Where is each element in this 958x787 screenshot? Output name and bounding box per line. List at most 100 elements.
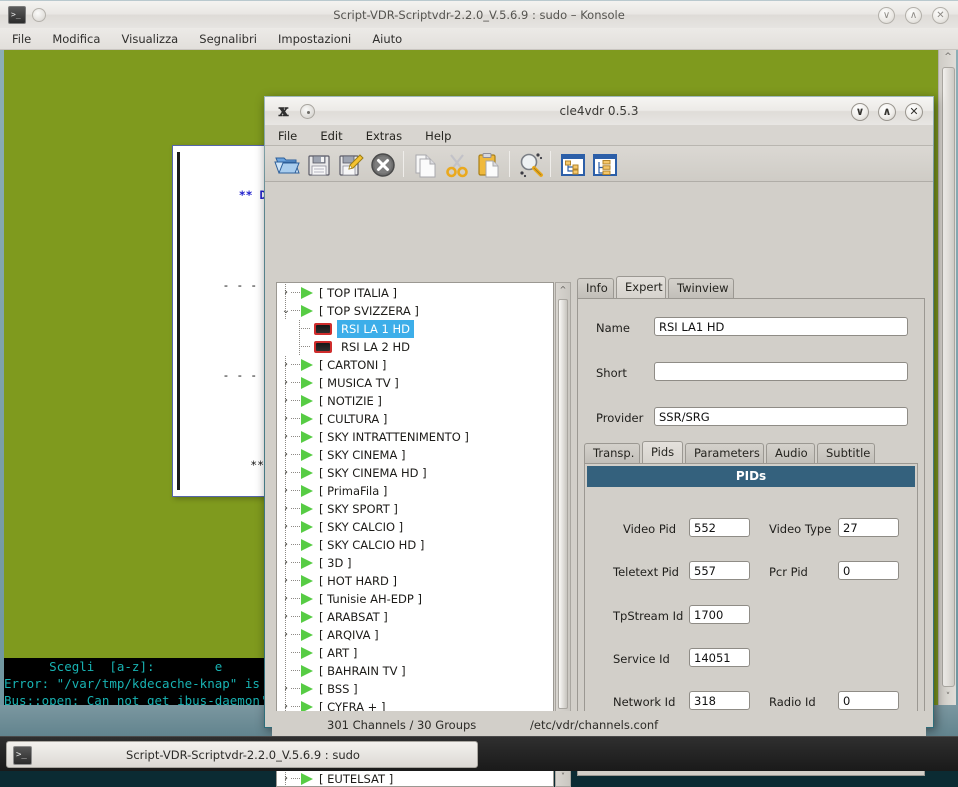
menu-item-aiuto[interactable]: Aiuto [364, 28, 410, 50]
scroll-down-icon[interactable]: ˅ [939, 690, 957, 705]
tree-group-row[interactable]: › [ ARQIVA ] [277, 626, 553, 644]
tab-twinview[interactable]: Twinview [668, 278, 734, 298]
collapse-tree-icon[interactable] [560, 152, 586, 178]
chevron-right-icon[interactable]: › [281, 288, 291, 298]
tree-group-row[interactable]: › [ MUSICA TV ] [277, 374, 553, 392]
provider-input[interactable] [654, 407, 908, 426]
tree-group-row[interactable]: › [ Tunisie AH-EDP ] [277, 590, 553, 608]
chevron-right-icon[interactable]: › [281, 432, 291, 442]
tree-group-row[interactable]: › [ 3D ] [277, 554, 553, 572]
menu-item-help[interactable]: Help [416, 126, 460, 147]
close-button[interactable]: ✕ [905, 103, 923, 121]
subtab-parameters[interactable]: Parameters [685, 443, 764, 463]
chevron-right-icon[interactable]: › [281, 612, 291, 622]
chevron-right-icon[interactable]: › [281, 468, 291, 478]
cut-scissors-icon[interactable] [444, 152, 470, 178]
subtab-subtitle[interactable]: Subtitle [817, 443, 875, 463]
teletext-pid-input[interactable] [689, 561, 750, 580]
save-disk-icon[interactable] [306, 152, 332, 178]
tree-group-row[interactable]: [ ART ] [277, 644, 553, 662]
menu-item-extras[interactable]: Extras [357, 126, 411, 147]
chevron-right-icon[interactable]: › [281, 540, 291, 550]
tree-group-row[interactable]: › [ SKY CALCIO ] [277, 518, 553, 536]
tree-channel-row[interactable]: RSI LA 2 HD [277, 338, 553, 356]
tree-group-row[interactable]: › [ NOTIZIE ] [277, 392, 553, 410]
taskbar-button-konsole[interactable]: >_ Script-VDR-Scriptvdr-2.2.0_V.5.6.9 : … [6, 741, 478, 768]
tree-group-row[interactable]: › [ BSS ] [277, 680, 553, 698]
minimize-button[interactable]: ∨ [878, 7, 895, 24]
expand-tree-icon[interactable] [592, 152, 618, 178]
copy-icon[interactable] [412, 152, 438, 178]
paste-clipboard-icon[interactable] [476, 152, 502, 178]
konsole-titlebar[interactable]: >_ Script-VDR-Scriptvdr-2.2.0_V.5.6.9 : … [0, 0, 958, 28]
tree-group-row[interactable]: [ BAHRAIN TV ] [277, 662, 553, 680]
subtab-transp[interactable]: Transp. [584, 443, 640, 463]
scroll-up-icon[interactable]: ^ [556, 283, 570, 297]
radio-id-input[interactable] [838, 691, 899, 710]
scroll-up-icon[interactable]: ^ [939, 50, 957, 65]
search-magnifier-icon[interactable] [518, 152, 544, 178]
tree-channel-row[interactable]: RSI LA 1 HD [277, 320, 553, 338]
tree-group-row[interactable]: › [ PrimaFila ] [277, 482, 553, 500]
tree-group-row[interactable]: › [ CARTONI ] [277, 356, 553, 374]
tree-group-row[interactable]: › [ SKY CINEMA HD ] [277, 464, 553, 482]
video-pid-input[interactable] [689, 518, 750, 537]
chevron-right-icon[interactable]: › [281, 558, 291, 568]
tree-group-row[interactable]: › [ SKY CALCIO HD ] [277, 536, 553, 554]
chevron-right-icon[interactable]: › [281, 414, 291, 424]
scroll-down-icon[interactable]: ˅ [556, 770, 570, 784]
open-folder-icon[interactable] [274, 152, 300, 178]
maximize-button[interactable]: ∧ [878, 103, 896, 121]
menu-item-modifica[interactable]: Modifica [44, 28, 108, 50]
chevron-right-icon[interactable]: › [281, 360, 291, 370]
chevron-right-icon[interactable]: › [281, 486, 291, 496]
tree-group-row[interactable]: › [ HOT HARD ] [277, 572, 553, 590]
network-id-input[interactable] [689, 691, 750, 710]
chevron-right-icon[interactable]: › [281, 774, 291, 784]
chevron-right-icon[interactable]: › [281, 522, 291, 532]
menu-item-impostazioni[interactable]: Impostazioni [270, 28, 359, 50]
tree-group-row[interactable]: › [ SKY SPORT ] [277, 500, 553, 518]
tree-group-row[interactable]: › [ CULTURA ] [277, 410, 553, 428]
chevron-right-icon[interactable]: › [281, 594, 291, 604]
menu-item-segnalibri[interactable]: Segnalibri [191, 28, 265, 50]
group-arrow-icon [301, 467, 313, 479]
menu-item-edit[interactable]: Edit [311, 126, 351, 147]
menu-item-visualizza[interactable]: Visualizza [114, 28, 187, 50]
chevron-right-icon[interactable]: › [281, 684, 291, 694]
chevron-down-icon[interactable]: ⌄ [281, 306, 291, 316]
close-circle-icon[interactable] [370, 152, 396, 178]
subtab-pids[interactable]: Pids [642, 441, 683, 463]
pcr-pid-input[interactable] [838, 561, 899, 580]
tree-group-row[interactable]: › [ SKY INTRATTENIMENTO ] [277, 428, 553, 446]
subtab-audio[interactable]: Audio [766, 443, 815, 463]
name-input[interactable] [654, 317, 908, 336]
chevron-right-icon[interactable]: › [281, 504, 291, 514]
menu-item-file[interactable]: File [4, 28, 39, 50]
chevron-right-icon[interactable]: › [281, 378, 291, 388]
scrollbar-thumb[interactable] [558, 299, 568, 709]
tree-group-row[interactable]: › [ EUTELSAT ] [277, 770, 553, 786]
minimize-button[interactable]: ∨ [851, 103, 869, 121]
tab-expert[interactable]: Expert [616, 276, 666, 298]
tab-info[interactable]: Info [577, 278, 614, 298]
tree-group-row[interactable]: ⌄ [ TOP SVIZZERA ] [277, 302, 553, 320]
service-id-input[interactable] [689, 648, 750, 667]
tree-group-row[interactable]: › [ ARABSAT ] [277, 608, 553, 626]
video-type-input[interactable] [838, 518, 899, 537]
menu-item-file[interactable]: File [269, 126, 306, 147]
close-button[interactable]: ✕ [932, 7, 949, 24]
chevron-right-icon[interactable]: › [281, 576, 291, 586]
tpstream-id-input[interactable] [689, 605, 750, 624]
tree-group-row[interactable]: › [ TOP ITALIA ] [277, 284, 553, 302]
chevron-right-icon[interactable]: › [281, 630, 291, 640]
chevron-right-icon[interactable]: › [281, 450, 291, 460]
short-input[interactable] [654, 362, 908, 381]
save-as-icon[interactable] [338, 152, 364, 178]
konsole-scrollbar[interactable]: ^ ˅ [938, 50, 956, 705]
tree-group-row[interactable]: › [ SKY CINEMA ] [277, 446, 553, 464]
cle4vdr-titlebar[interactable]: 𝕩 cle4vdr 0.5.3 ∨ ∧ ✕ [265, 97, 933, 125]
scrollbar-thumb[interactable] [942, 67, 955, 687]
maximize-button[interactable]: ∧ [905, 7, 922, 24]
chevron-right-icon[interactable]: › [281, 396, 291, 406]
